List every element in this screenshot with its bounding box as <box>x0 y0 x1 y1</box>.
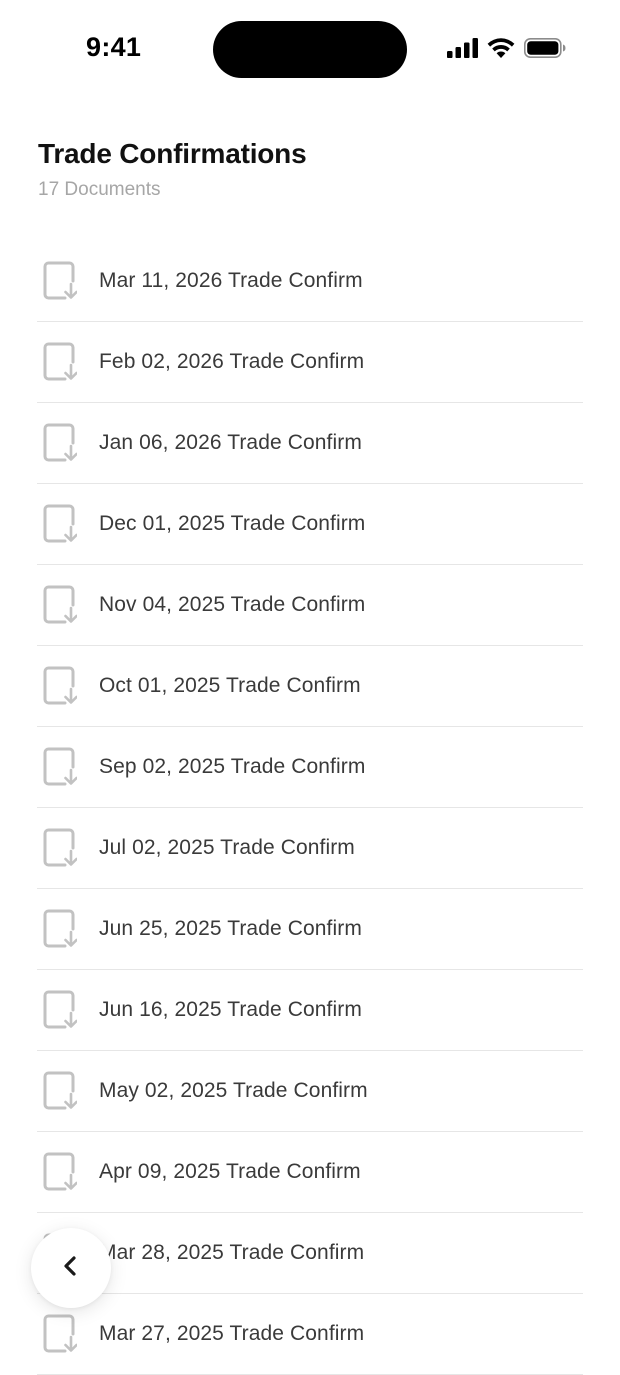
list-item-label: Jun 25, 2025 Trade Confirm <box>99 917 362 940</box>
list-item[interactable]: Sep 02, 2025 Trade Confirm <box>37 727 583 808</box>
list-item[interactable]: May 02, 2025 Trade Confirm <box>37 1051 583 1132</box>
list-item-label: Jul 02, 2025 Trade Confirm <box>99 836 355 859</box>
wifi-icon <box>487 37 515 63</box>
list-item-label: Apr 09, 2025 Trade Confirm <box>99 1160 361 1183</box>
page-title: Trade Confirmations <box>38 138 307 169</box>
document-download-icon <box>40 1312 80 1356</box>
document-download-icon <box>40 664 80 708</box>
list-item[interactable]: Apr 09, 2025 Trade Confirm <box>37 1132 583 1213</box>
list-item[interactable]: Mar 27, 2025 Trade Confirm <box>37 1294 583 1375</box>
list-item-label: Mar 28, 2025 Trade Confirm <box>99 1241 365 1264</box>
list-item-label: Mar 11, 2026 Trade Confirm <box>99 269 363 292</box>
document-download-icon <box>40 583 80 627</box>
list-item-label: Oct 01, 2025 Trade Confirm <box>99 674 361 697</box>
list-item[interactable]: Dec 01, 2025 Trade Confirm <box>37 484 583 565</box>
list-item-label: Nov 04, 2025 Trade Confirm <box>99 593 366 616</box>
list-item[interactable]: Jun 25, 2025 Trade Confirm <box>37 889 583 970</box>
list-item[interactable]: Mar 11, 2026 Trade Confirm <box>37 241 583 322</box>
dynamic-island <box>213 21 407 78</box>
status-time: 9:41 <box>86 32 142 62</box>
chevron-left-icon <box>61 1254 81 1283</box>
list-item-label: Jun 16, 2025 Trade Confirm <box>99 998 362 1021</box>
list-item-label: Dec 01, 2025 Trade Confirm <box>99 512 366 535</box>
document-download-icon <box>40 1150 80 1194</box>
cellular-signal-icon <box>447 37 478 63</box>
list-item-label: Mar 27, 2025 Trade Confirm <box>99 1322 365 1345</box>
list-item[interactable]: Jun 16, 2025 Trade Confirm <box>37 970 583 1051</box>
document-download-icon <box>40 421 80 465</box>
status-icons <box>447 37 566 63</box>
document-download-icon <box>40 988 80 1032</box>
document-download-icon <box>40 907 80 951</box>
back-button[interactable] <box>31 1228 111 1308</box>
list-item[interactable]: Oct 01, 2025 Trade Confirm <box>37 646 583 727</box>
list-item[interactable]: Mar 28, 2025 Trade Confirm <box>37 1213 583 1294</box>
status-bar: 9:41 <box>0 0 620 100</box>
page-header: Trade Confirmations 17 Documents <box>38 136 307 202</box>
list-item[interactable]: Jul 02, 2025 Trade Confirm <box>37 808 583 889</box>
document-download-icon <box>40 259 80 303</box>
list-item-label: May 02, 2025 Trade Confirm <box>99 1079 368 1102</box>
document-count: 17 Documents <box>38 179 161 200</box>
battery-icon <box>524 37 566 63</box>
list-item[interactable]: Feb 02, 2026 Trade Confirm <box>37 322 583 403</box>
document-download-icon <box>40 502 80 546</box>
list-item-label: Feb 02, 2026 Trade Confirm <box>99 350 365 373</box>
list-item[interactable]: Jan 06, 2026 Trade Confirm <box>37 403 583 484</box>
list-item-label: Sep 02, 2025 Trade Confirm <box>99 755 366 778</box>
document-download-icon <box>40 1069 80 1113</box>
list-item-label: Jan 06, 2026 Trade Confirm <box>99 431 362 454</box>
document-list: Mar 11, 2026 Trade Confirm Feb 02, 2026 … <box>37 241 583 1375</box>
document-download-icon <box>40 340 80 384</box>
document-download-icon <box>40 745 80 789</box>
list-item[interactable]: Nov 04, 2025 Trade Confirm <box>37 565 583 646</box>
document-download-icon <box>40 826 80 870</box>
